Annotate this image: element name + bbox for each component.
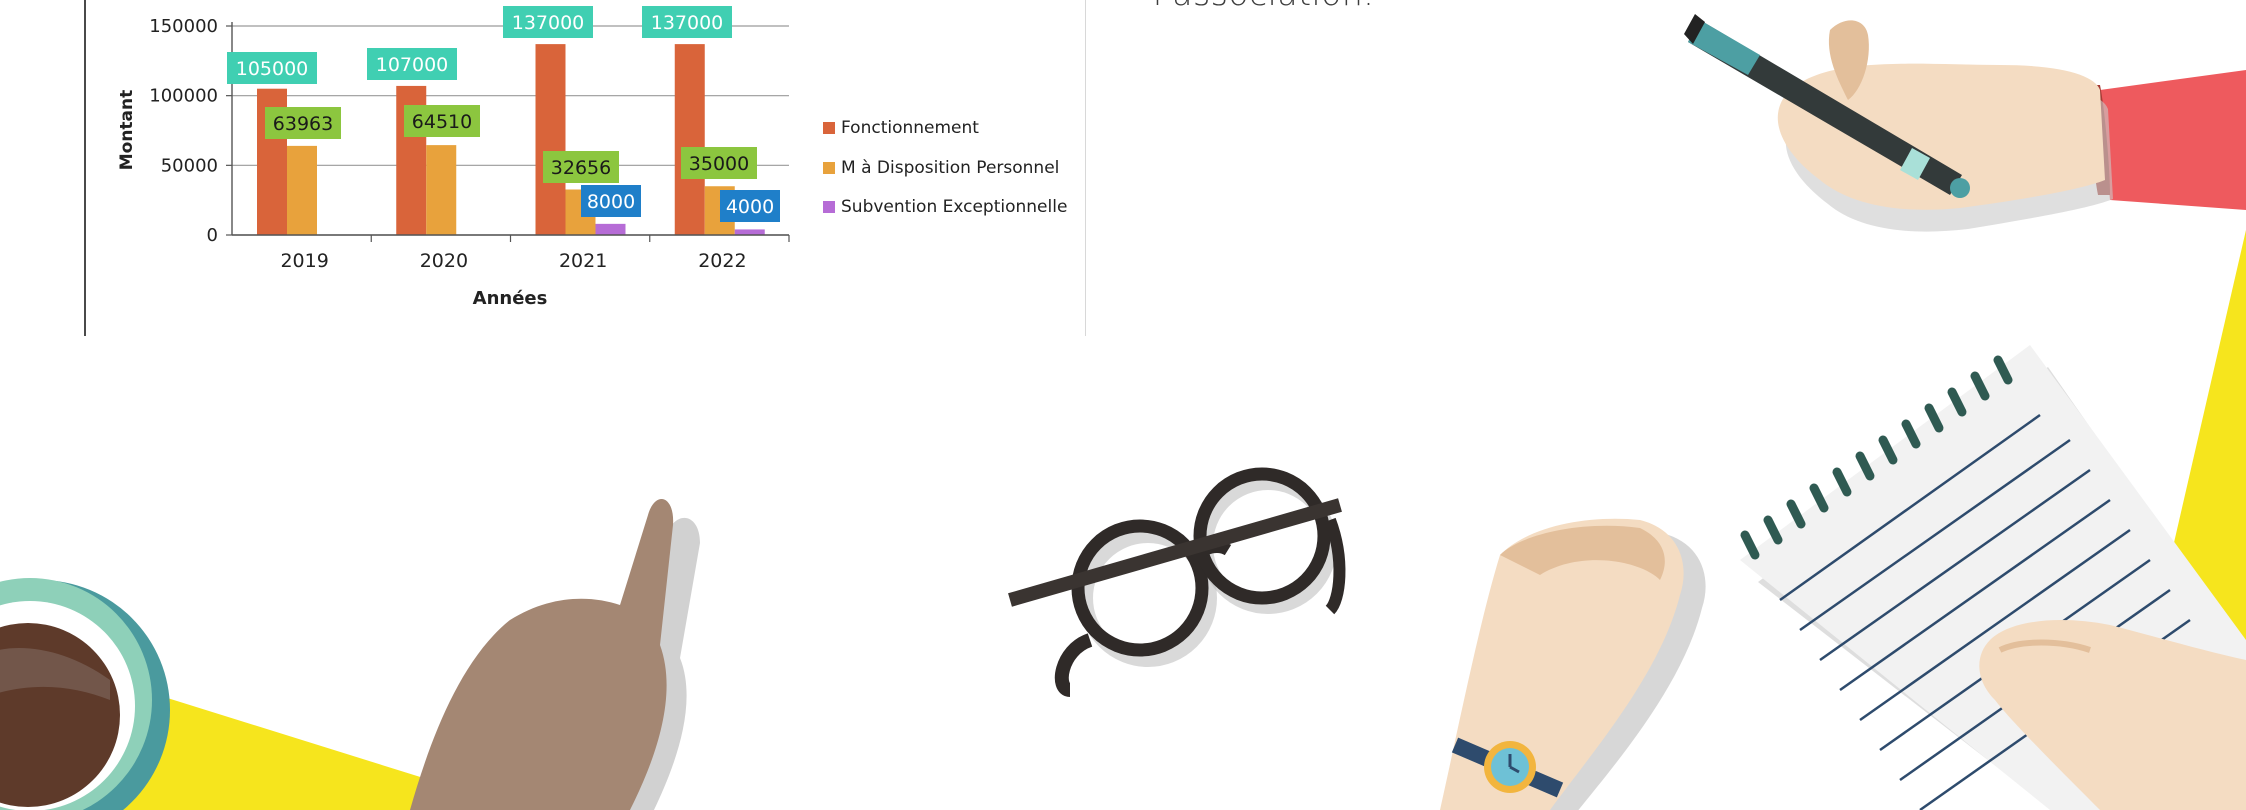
data-label: 32656	[551, 157, 611, 179]
bar-mise-a-disposition	[426, 145, 457, 235]
y-tick-label: 150000	[149, 16, 218, 37]
x-tick-label: 2022	[698, 250, 746, 272]
x-tick-label: 2020	[420, 250, 468, 272]
glasses-illustration	[1008, 467, 1346, 697]
y-tick-label: 50000	[161, 155, 218, 176]
writing-hand-illustration	[1440, 518, 1706, 810]
data-label: 64510	[412, 111, 472, 133]
hand-with-pen-illustration	[1684, 14, 2246, 232]
watch-icon	[1451, 737, 1564, 798]
page: 0 50000 100000 150000 2019 2020 2021 2022 Années…	[0, 0, 2246, 810]
legend-label: Fonctionnement	[841, 118, 979, 138]
pointing-hand-illustration	[410, 498, 700, 810]
yellow-shape-right	[2170, 230, 2246, 810]
chart-legend: Fonctionnement M à Disposition Personnel S…	[823, 118, 1067, 217]
y-tick-label: 100000	[149, 86, 218, 107]
data-label: 107000	[376, 54, 449, 76]
y-tick-label: 0	[207, 225, 218, 246]
notebook-illustration	[1740, 345, 2246, 810]
bar-chart: 0 50000 100000 150000 2019 2020 2021 2022 Années…	[117, 6, 1067, 309]
x-axis-title: Années	[473, 288, 548, 309]
chart-panel: 0 50000 100000 150000 2019 2020 2021 2022 Années…	[0, 0, 1090, 340]
legend-swatch	[823, 201, 835, 213]
bar-fonctionnement	[674, 44, 705, 235]
coffee-cup-illustration	[0, 578, 430, 810]
legend-swatch	[823, 162, 835, 174]
chart-left-border	[84, 0, 86, 336]
x-tick-label: 2019	[280, 250, 328, 272]
data-label: 35000	[689, 153, 749, 175]
panel-divider	[1085, 0, 1086, 336]
legend-swatch	[823, 122, 835, 134]
legend-label: M à Disposition Personnel	[841, 158, 1059, 178]
chart-bars	[257, 44, 765, 235]
paragraph-text: l'association.	[1153, 0, 1374, 13]
bar-mise-a-disposition	[287, 145, 317, 235]
bar-subvention	[734, 229, 765, 235]
data-label: 8000	[587, 191, 635, 213]
y-axis-title: Montant	[117, 90, 137, 171]
pen-icon	[1684, 14, 1970, 198]
data-label: 105000	[236, 58, 309, 80]
data-label: 63963	[273, 113, 333, 135]
bar-fonctionnement	[535, 44, 566, 235]
legend-label: Subvention Exceptionnelle	[841, 197, 1067, 217]
bar-subvention	[595, 223, 626, 235]
data-label: 4000	[726, 196, 774, 218]
x-tick-label: 2021	[559, 250, 607, 272]
data-label: 137000	[651, 12, 724, 34]
data-label: 137000	[512, 12, 585, 34]
